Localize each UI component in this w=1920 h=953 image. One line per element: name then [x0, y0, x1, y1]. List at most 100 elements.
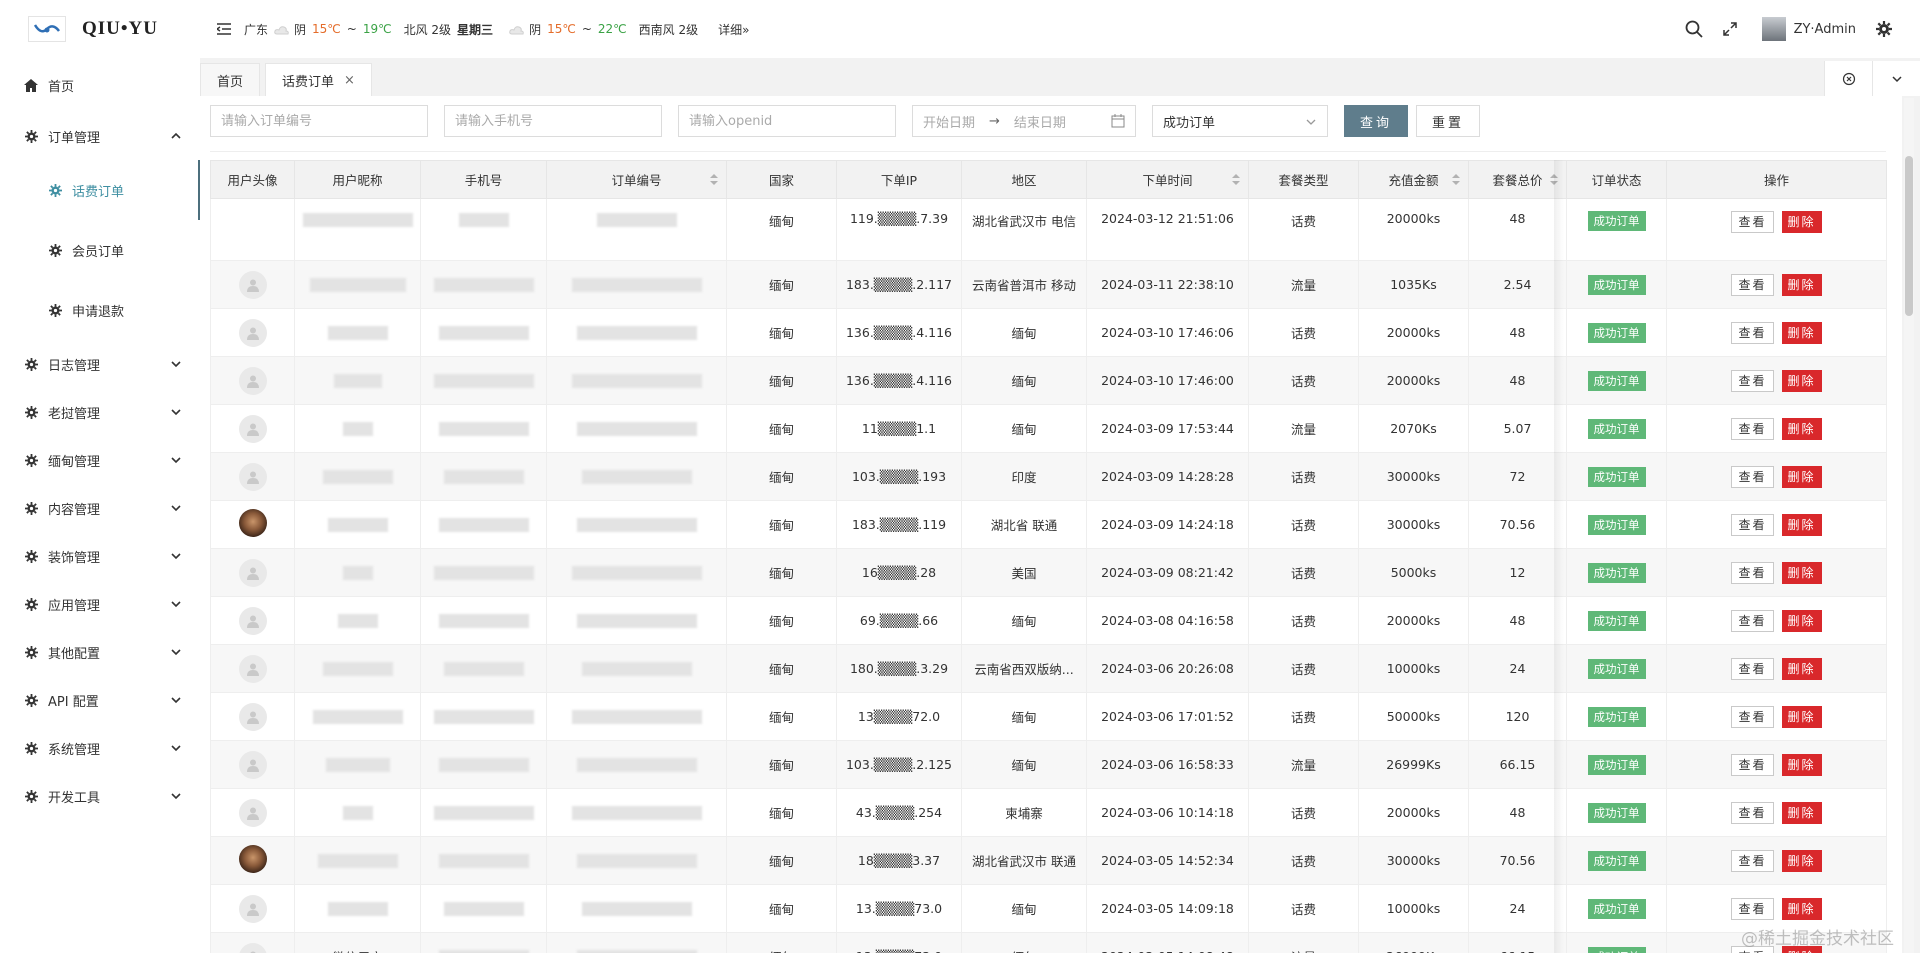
- view-button[interactable]: 查看: [1731, 465, 1774, 488]
- sidebar-item-10[interactable]: 应用管理: [0, 580, 200, 628]
- openid-input[interactable]: [678, 105, 896, 137]
- delete-button[interactable]: 删除: [1781, 561, 1822, 584]
- sidebar-item-12[interactable]: API 配置: [0, 676, 200, 724]
- delete-button[interactable]: 删除: [1781, 513, 1822, 536]
- redacted-nickname: [312, 710, 403, 725]
- sidebar-item-orders[interactable]: 订单管理: [0, 112, 200, 160]
- delete-button[interactable]: 删除: [1781, 211, 1822, 233]
- region-cell: 湖北省武汉市 电信: [961, 198, 1087, 261]
- sidebar-item-14[interactable]: 开发工具: [0, 772, 200, 820]
- reset-button[interactable]: 重置: [1416, 105, 1480, 137]
- sidebar-item-5[interactable]: 日志管理: [0, 340, 200, 388]
- chevron-down-icon[interactable]: [1872, 61, 1920, 96]
- status-select[interactable]: 成功订单: [1152, 105, 1328, 137]
- delete-button[interactable]: 删除: [1781, 801, 1822, 824]
- region-cell: 柬埔寨: [961, 788, 1087, 837]
- sidebar-item-member-orders[interactable]: 会员订单: [0, 220, 200, 280]
- weather-detail-link[interactable]: 详细»: [718, 21, 749, 38]
- view-button[interactable]: 查看: [1731, 849, 1774, 872]
- cloud-icon: [274, 24, 290, 35]
- status-cell: 成功订单: [1566, 548, 1667, 597]
- phone-input[interactable]: [444, 105, 662, 137]
- view-button[interactable]: 查看: [1731, 417, 1774, 440]
- view-button[interactable]: 查看: [1731, 369, 1774, 392]
- username[interactable]: ZY·Admin: [1794, 22, 1856, 37]
- delete-button[interactable]: 删除: [1781, 369, 1822, 392]
- package-type-cell: 流量: [1248, 932, 1359, 953]
- column-header[interactable]: 下单时间: [1086, 160, 1249, 199]
- delete-button[interactable]: 删除: [1781, 849, 1822, 872]
- view-button[interactable]: 查看: [1731, 561, 1774, 584]
- sort-icon[interactable]: [1452, 174, 1460, 186]
- view-button[interactable]: 查看: [1731, 753, 1774, 776]
- chevron-down-icon: [171, 457, 181, 464]
- delete-button[interactable]: 删除: [1781, 705, 1822, 728]
- view-button[interactable]: 查看: [1731, 705, 1774, 728]
- delete-button[interactable]: 删除: [1781, 753, 1822, 776]
- sidebar-item-8[interactable]: 内容管理: [0, 484, 200, 532]
- gear-icon: [24, 501, 38, 515]
- query-button[interactable]: 查询: [1344, 105, 1408, 137]
- package-type-cell: 话费: [1248, 452, 1359, 501]
- ip-cell: 183.▒▒▒▒.2.117: [836, 260, 962, 309]
- view-button[interactable]: 查看: [1731, 897, 1774, 920]
- sidebar-item-9[interactable]: 装饰管理: [0, 532, 200, 580]
- logo[interactable]: QIU•YU: [0, 0, 200, 58]
- gear-icon: [24, 741, 38, 755]
- delete-button[interactable]: 删除: [1781, 321, 1822, 344]
- column-header[interactable]: 套餐总价: [1468, 160, 1567, 199]
- delete-button[interactable]: 删除: [1781, 273, 1822, 296]
- delete-button[interactable]: 删除: [1781, 417, 1822, 440]
- user-avatar[interactable]: [1761, 17, 1786, 41]
- phone-cell: [420, 692, 547, 741]
- settings-gear-icon[interactable]: [1872, 17, 1896, 41]
- content-panel: 开始日期 → 结束日期 成功订单 查询 重置 用户头像 用户昵称 手机号 订单编号 国家…: [200, 96, 1902, 953]
- search-icon[interactable]: [1682, 17, 1706, 41]
- menu-collapse-icon[interactable]: [214, 19, 234, 39]
- delete-button[interactable]: 删除: [1781, 609, 1822, 632]
- order-no-input[interactable]: [210, 105, 428, 137]
- sort-icon[interactable]: [710, 174, 718, 186]
- delete-button[interactable]: 删除: [1781, 897, 1822, 920]
- tab-home[interactable]: 首页: [200, 63, 261, 96]
- sidebar-item-7[interactable]: 缅甸管理: [0, 436, 200, 484]
- delete-button[interactable]: 删除: [1781, 657, 1822, 680]
- view-button[interactable]: 查看: [1731, 657, 1774, 680]
- view-button[interactable]: 查看: [1731, 321, 1774, 344]
- status-cell: 成功订单: [1566, 356, 1667, 405]
- column-header[interactable]: 订单编号: [546, 160, 727, 199]
- sidebar-item-6[interactable]: 老挝管理: [0, 388, 200, 436]
- date-range-picker[interactable]: 开始日期 → 结束日期: [912, 105, 1136, 137]
- redacted-nickname: [333, 374, 382, 389]
- view-button[interactable]: 查看: [1731, 273, 1774, 296]
- sidebar-item-refund[interactable]: 申请退款: [0, 280, 200, 340]
- amount-cell: 50000ks: [1358, 692, 1469, 741]
- column-header[interactable]: 充值金额: [1358, 160, 1469, 199]
- region-cell: 缅甸: [961, 692, 1087, 741]
- sort-icon[interactable]: [1232, 174, 1240, 186]
- ip-cell: 136.▒▒▒▒.4.116: [836, 308, 962, 357]
- close-icon[interactable]: ×: [344, 73, 355, 88]
- column-header-label: 订单编号: [611, 173, 662, 188]
- filter-bar: 开始日期 → 结束日期 成功订单 查询 重置: [210, 105, 1480, 137]
- scrollbar[interactable]: [1904, 98, 1914, 953]
- delete-button[interactable]: 删除: [1781, 465, 1822, 488]
- status-badge: 成功订单: [1587, 418, 1646, 439]
- column-header: 下单IP: [836, 160, 962, 199]
- arrow-right-icon: →: [989, 113, 1000, 129]
- actions-cell: 查看删除: [1666, 836, 1887, 885]
- sidebar-item-13[interactable]: 系统管理: [0, 724, 200, 772]
- view-button[interactable]: 查看: [1731, 513, 1774, 536]
- sidebar-item-11[interactable]: 其他配置: [0, 628, 200, 676]
- fullscreen-icon[interactable]: [1718, 17, 1742, 41]
- sidebar-item-phone-orders[interactable]: 话费订单: [0, 160, 200, 220]
- view-button[interactable]: 查看: [1731, 609, 1774, 632]
- scrollbar-thumb[interactable]: [1905, 156, 1913, 316]
- sidebar-item-home[interactable]: 首页: [0, 58, 200, 112]
- column-header: 手机号: [420, 160, 547, 199]
- view-button[interactable]: 查看: [1731, 211, 1774, 233]
- tab-phone-orders[interactable]: 话费订单 ×: [265, 63, 372, 96]
- close-tabs-icon[interactable]: [1824, 61, 1872, 96]
- phone-cell: [420, 596, 547, 645]
- view-button[interactable]: 查看: [1731, 801, 1774, 824]
